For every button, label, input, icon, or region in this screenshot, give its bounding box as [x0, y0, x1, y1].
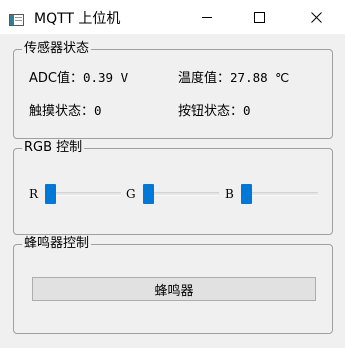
slider-track-g[interactable]: [143, 192, 219, 196]
buzzer-control-group: 蜂鸣器控制 蜂鸣器: [13, 236, 333, 334]
maximize-button[interactable]: [236, 0, 282, 34]
maximize-icon: [253, 11, 265, 23]
slider-handle-b[interactable]: [241, 184, 252, 204]
sensor-group-title: 传感器状态: [22, 41, 92, 57]
slider-track-r[interactable]: [45, 192, 121, 196]
slider-handle-r[interactable]: [45, 184, 56, 204]
adc-value: 0.39 V: [82, 70, 129, 85]
key-row: 按钮状态：0: [178, 103, 251, 120]
slider-label-g: G: [126, 187, 136, 201]
main-window-body: 传感器状态 ADC值：0.39 V 温度值：27.88 ℃ 触摸状态：0 按钮状…: [0, 34, 345, 348]
close-icon: [310, 11, 322, 23]
touch-value: 0: [94, 103, 102, 118]
slider-track-b[interactable]: [241, 192, 318, 196]
buzzer-button[interactable]: 蜂鸣器: [32, 277, 316, 301]
temperature-label: 温度值：: [178, 71, 231, 86]
touch-label: 触摸状态：: [29, 104, 95, 119]
title-bar[interactable]: MQTT 上位机: [0, 0, 345, 34]
close-button[interactable]: [293, 0, 339, 34]
key-label: 按钮状态：: [178, 104, 244, 119]
minimize-icon: [201, 16, 212, 18]
slider-label-r: R: [29, 187, 39, 201]
adc-label: ADC值：: [29, 71, 83, 86]
touch-row: 触摸状态：0: [29, 103, 102, 120]
sensor-status-group: 传感器状态 ADC值：0.39 V 温度值：27.88 ℃ 触摸状态：0 按钮状…: [13, 41, 333, 139]
slider-label-b: B: [225, 187, 234, 201]
slider-handle-g[interactable]: [143, 184, 154, 204]
temperature-row: 温度值：27.88 ℃: [178, 70, 289, 87]
temperature-value: 27.88 ℃: [230, 70, 290, 85]
rgb-group-title: RGB 控制: [22, 140, 85, 156]
key-value: 0: [243, 103, 251, 118]
window-title: MQTT 上位机: [34, 11, 121, 27]
adc-row: ADC值：0.39 V: [29, 70, 128, 87]
rgb-control-group: RGB 控制 R G B: [13, 140, 333, 235]
app-window-icon: [9, 11, 24, 26]
buzzer-group-title: 蜂鸣器控制: [22, 236, 92, 252]
minimize-button[interactable]: [184, 0, 230, 34]
